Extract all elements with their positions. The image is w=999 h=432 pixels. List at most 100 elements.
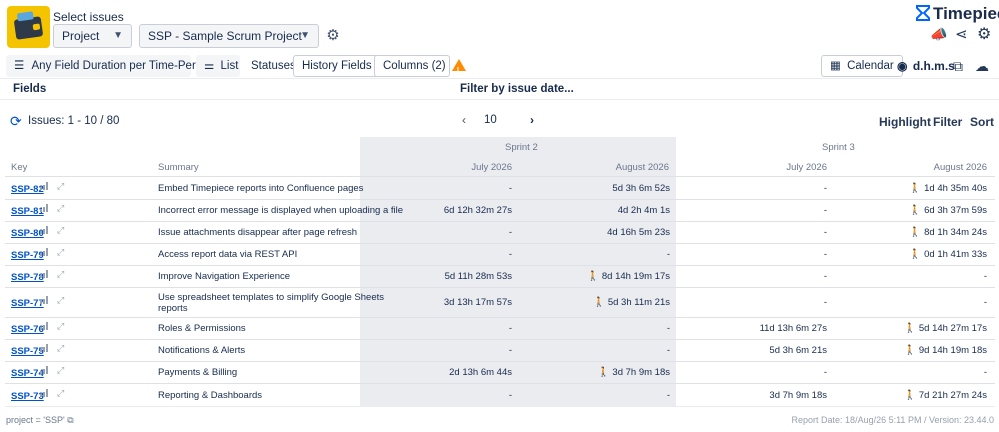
issue-summary: Notifications & Alerts [158, 345, 246, 356]
issue-key-link[interactable]: SSP-76 [11, 324, 44, 335]
issue-key-link[interactable]: SSP-73 [11, 391, 44, 402]
sliders-icon: ⚌ [204, 60, 215, 72]
duration-cell: - [823, 183, 827, 194]
jql-text: project = 'SSP' ⧉ [6, 415, 74, 425]
page-size-select[interactable]: 10 [476, 110, 520, 132]
issue-key-link[interactable]: SSP-82 [11, 184, 44, 195]
walking-person-icon: 🚶 [904, 390, 916, 401]
filter-link[interactable]: Filter [933, 115, 962, 129]
list-view-button[interactable]: ⚌ List [196, 55, 240, 77]
duration-cell: 3d 13h 17m 57s [443, 297, 512, 308]
bar-chart-icon[interactable] [40, 270, 48, 278]
highlight-link[interactable]: Highlight [879, 115, 931, 129]
duration-cell: 🚶 5d 3h 11m 21s [593, 297, 670, 308]
duration-cell: 🚶 1d 4h 35m 40s [909, 183, 987, 194]
issue-key-link[interactable]: SSP-74 [11, 368, 44, 379]
expand-icon[interactable]: ⤢ [57, 388, 64, 399]
duration-cell: - [823, 297, 827, 308]
duration-cell: - [823, 227, 827, 238]
key-column-header[interactable]: Key [11, 162, 27, 173]
duration-cell: - [508, 390, 512, 401]
report-info: Report Date: 18/Aug/26 5:11 PM / Version… [791, 415, 994, 425]
sort-link[interactable]: Sort [970, 115, 994, 129]
fields-label[interactable]: Fields [13, 83, 46, 95]
issue-key-link[interactable]: SSP-77 [11, 298, 44, 309]
wallet-icon [13, 16, 44, 40]
month-column-header: August 2026 [615, 162, 669, 173]
expand-icon[interactable]: ⤢ [57, 247, 64, 258]
issue-key-link[interactable]: SSP-80 [11, 228, 44, 239]
walking-person-icon: 🚶 [597, 367, 610, 378]
issue-key-link[interactable]: SSP-81 [11, 206, 44, 217]
issue-key-link[interactable]: SSP-78 [11, 272, 44, 283]
expand-icon[interactable]: ⤢ [57, 365, 64, 376]
summary-column-header[interactable]: Summary [158, 162, 199, 173]
duration-cell: 🚶 8d 14h 19m 17s [587, 271, 670, 282]
duration-cell: 🚶 8d 1h 34m 24s [909, 227, 987, 238]
external-link-icon[interactable]: ⧉ [67, 415, 73, 425]
expand-icon[interactable]: ⤢ [57, 203, 64, 214]
expand-icon[interactable]: ⤢ [57, 181, 64, 192]
issue-summary: Reporting & Dashboards [158, 390, 263, 401]
columns-button[interactable]: Columns (2) [374, 55, 466, 81]
select-settings-gear-icon[interactable]: ⚙ [324, 27, 342, 45]
next-page-icon[interactable]: › [530, 113, 534, 127]
duration-cell: - [983, 271, 987, 282]
expand-icon[interactable]: ⤢ [57, 225, 64, 236]
time-format-button[interactable]: ◉ d.h.m.s [897, 59, 955, 73]
expand-icon[interactable]: ⤢ [57, 295, 64, 306]
duration-cell: 🚶 7d 21h 27m 24s [904, 390, 987, 401]
scope-select[interactable]: Project ▼ [53, 24, 132, 48]
expand-icon[interactable]: ⤢ [57, 343, 64, 354]
duration-cell: - [666, 249, 670, 260]
duration-cell: 3d 7h 9m 18s [769, 390, 827, 401]
issue-summary: Issue attachments disappear after page r… [158, 227, 358, 238]
brand-name: Timepiece [933, 4, 999, 23]
share-icon[interactable]: ⋖ [955, 25, 968, 43]
calendar-button[interactable]: ▦ Calendar [821, 55, 903, 77]
walking-person-icon: 🚶 [909, 227, 922, 238]
calendar-icon: ▦ [830, 60, 841, 72]
export-icon[interactable]: ⧉ [953, 58, 963, 75]
bar-chart-icon[interactable] [40, 366, 48, 374]
issue-summary: Use spreadsheet templates to simplify Go… [158, 292, 385, 303]
filter-by-date-label[interactable]: Filter by issue date... [460, 83, 574, 95]
duration-cell: 11d 13h 6m 27s [759, 323, 827, 334]
bar-chart-icon[interactable] [40, 296, 48, 304]
settings-gear-icon[interactable]: ⚙ [977, 24, 991, 44]
expand-icon[interactable]: ⤢ [57, 269, 64, 280]
expand-icon[interactable]: ⤢ [57, 321, 64, 332]
hourglass-icon [916, 5, 930, 21]
app-logo [7, 6, 50, 48]
duration-cell: - [508, 183, 512, 194]
previous-page-icon[interactable]: ‹ [462, 113, 466, 127]
issue-key-link[interactable]: SSP-79 [11, 250, 44, 261]
duration-cell: 🚶 5d 14h 27m 17s [904, 323, 987, 334]
bar-chart-icon[interactable] [40, 226, 48, 234]
duration-cell: - [823, 205, 827, 216]
bar-chart-icon[interactable] [40, 204, 48, 212]
duration-cell: - [983, 367, 987, 378]
issue-key-link[interactable]: SSP-75 [11, 346, 44, 357]
walking-person-icon: 🚶 [593, 297, 605, 308]
duration-cell: - [823, 271, 827, 282]
cloud-upload-icon[interactable]: ☁ [975, 58, 989, 75]
divider [5, 406, 995, 407]
bar-chart-icon[interactable] [40, 389, 48, 397]
bar-chart-icon[interactable] [40, 182, 48, 190]
list-lines-icon: ☰ [14, 60, 25, 72]
bar-chart-icon[interactable] [40, 322, 48, 330]
announcement-icon[interactable]: 📣 [930, 26, 947, 43]
refresh-icon[interactable]: ⟳ [10, 113, 22, 130]
bar-chart-icon[interactable] [40, 248, 48, 256]
chevron-down-icon: ▼ [113, 30, 123, 41]
project-select[interactable]: SSP - Sample Scrum Project ▼ [139, 24, 319, 48]
walking-person-icon: 🚶 [909, 183, 922, 194]
chevron-down-icon: ▼ [300, 30, 310, 41]
issue-summary: Improve Navigation Experience [158, 271, 291, 282]
report-type-dropdown[interactable]: ☰ Any Field Duration per Time-Period ▼ [6, 55, 229, 77]
month-column-header: July 2026 [786, 162, 827, 173]
bar-chart-icon[interactable] [40, 344, 48, 352]
walking-person-icon: 🚶 [909, 205, 922, 216]
duration-cell: 🚶 0d 1h 41m 33s [909, 249, 987, 260]
